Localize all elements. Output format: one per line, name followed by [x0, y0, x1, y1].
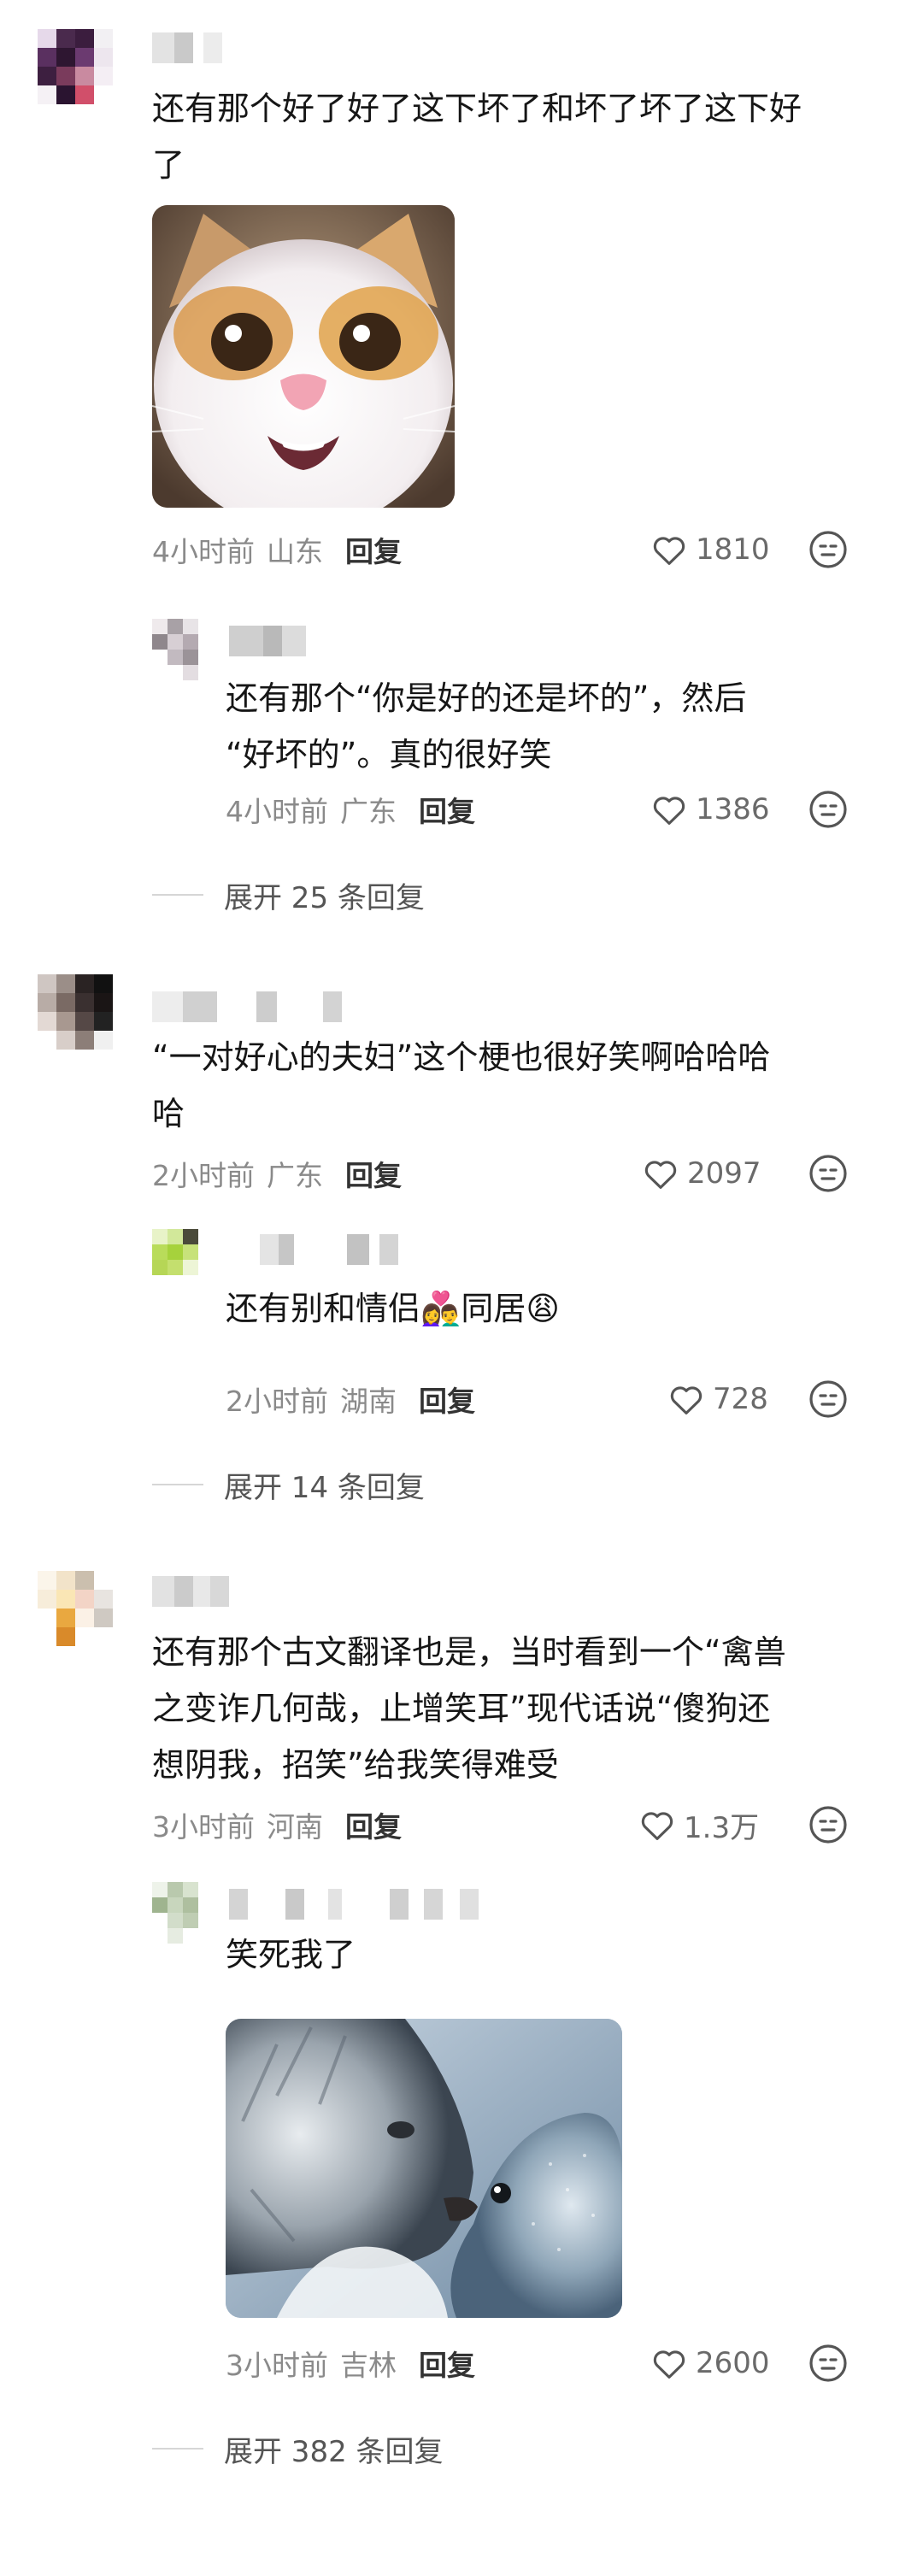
- like-button[interactable]: 1386: [651, 788, 770, 831]
- like-button[interactable]: 728: [668, 1378, 768, 1420]
- expand-replies-button[interactable]: 展开 382 条回复: [152, 2427, 444, 2470]
- comment-time: 3小时前: [152, 1810, 255, 1844]
- comment-location: 广东: [267, 1159, 323, 1192]
- like-count: 2600: [696, 2346, 770, 2380]
- comment-time: 4小时前: [152, 535, 255, 568]
- reply-meta: 4小时前 广东 回复: [226, 788, 475, 831]
- reply-button[interactable]: 回复: [419, 2343, 475, 2384]
- reply-location: 广东: [340, 795, 397, 828]
- avatar[interactable]: [152, 1229, 214, 1291]
- like-button[interactable]: 2600: [651, 2342, 770, 2385]
- more-options-icon[interactable]: [808, 789, 849, 830]
- reply-button[interactable]: 回复: [345, 1153, 402, 1194]
- comment-text: 还有那个古文翻译也是，当时看到一个“禽兽 之变诈几何哉，止增笑耳”现代话说“傻狗…: [152, 1633, 786, 1784]
- username[interactable]: [152, 1576, 229, 1607]
- comment-meta: 3小时前 河南 回复: [152, 1803, 402, 1846]
- avatar[interactable]: [152, 1882, 214, 1944]
- more-options-icon[interactable]: [808, 2343, 849, 2384]
- like-button[interactable]: 1810: [651, 528, 770, 571]
- heart-icon: [653, 2350, 685, 2379]
- heart-icon: [670, 1386, 703, 1414]
- avatar[interactable]: [38, 1571, 113, 1646]
- reply-button[interactable]: 回复: [419, 789, 475, 830]
- comment-text: 还有那个好了好了这下坏了和坏了坏了这下好 了: [152, 90, 802, 184]
- username[interactable]: [241, 1234, 398, 1265]
- reply-time: 4小时前: [226, 795, 328, 828]
- reply-button[interactable]: 回复: [419, 1379, 475, 1420]
- comment-meta: 4小时前 山东 回复: [152, 528, 402, 571]
- reply-button[interactable]: 回复: [345, 1804, 402, 1845]
- reply-meta: 3小时前 吉林 回复: [226, 2342, 475, 2385]
- comment-meta: 2小时前 广东 回复: [152, 1152, 402, 1195]
- avatar[interactable]: [38, 29, 113, 104]
- like-count: 2097: [687, 1156, 761, 1191]
- reply-button[interactable]: 回复: [345, 529, 402, 570]
- heart-icon: [641, 1812, 673, 1840]
- divider: [152, 2448, 203, 2450]
- more-options-icon[interactable]: [808, 529, 849, 570]
- like-button[interactable]: 2097: [643, 1152, 761, 1195]
- heart-icon: [644, 1161, 677, 1189]
- avatar[interactable]: [38, 974, 113, 1050]
- expand-replies-button[interactable]: 展开 14 条回复: [152, 1463, 425, 1506]
- like-count: 1.3万: [684, 1810, 760, 1845]
- reply-location: 湖南: [340, 1385, 397, 1418]
- comment-location: 山东: [267, 535, 323, 568]
- comment-location: 河南: [267, 1810, 323, 1844]
- reply-text: 还有那个“你是好的还是坏的”，然后 “好坏的”。真的很好笑: [226, 679, 747, 773]
- like-count: 1386: [696, 792, 770, 826]
- cat-photo: [152, 205, 455, 508]
- reply-time: 3小时前: [226, 2349, 328, 2382]
- reply-text: 笑死我了: [226, 1936, 356, 1973]
- divider: [152, 1484, 203, 1485]
- more-options-icon[interactable]: [808, 1379, 849, 1420]
- reply-time: 2小时前: [226, 1385, 328, 1418]
- avatar[interactable]: [152, 619, 214, 680]
- heart-icon: [653, 797, 685, 825]
- comment-text: “一对好心的夫妇”这个梗也很好笑啊哈哈哈 哈: [152, 1038, 771, 1132]
- reply-text: 还有别和情侣👩‍❤️‍👨同居😩: [226, 1290, 560, 1327]
- like-count: 1810: [696, 532, 770, 567]
- reply-meta: 2小时前 湖南 回复: [226, 1378, 475, 1420]
- more-options-icon[interactable]: [808, 1804, 849, 1845]
- username[interactable]: [229, 1889, 479, 1920]
- reply-location: 吉林: [340, 2349, 397, 2382]
- reply-image-lion-seal[interactable]: [226, 2019, 622, 2318]
- comment-time: 2小时前: [152, 1159, 255, 1192]
- expand-replies-button[interactable]: 展开 25 条回复: [152, 873, 425, 916]
- comment-image-cat[interactable]: [152, 205, 455, 508]
- username[interactable]: [152, 32, 222, 63]
- more-options-icon[interactable]: [808, 1153, 849, 1194]
- divider: [152, 894, 203, 896]
- username[interactable]: [229, 626, 306, 656]
- heart-icon: [653, 537, 685, 565]
- lion-seal-photo: [226, 2019, 622, 2318]
- like-button[interactable]: 1.3万: [639, 1803, 759, 1846]
- like-count: 728: [713, 1382, 768, 1416]
- username[interactable]: [152, 991, 342, 1022]
